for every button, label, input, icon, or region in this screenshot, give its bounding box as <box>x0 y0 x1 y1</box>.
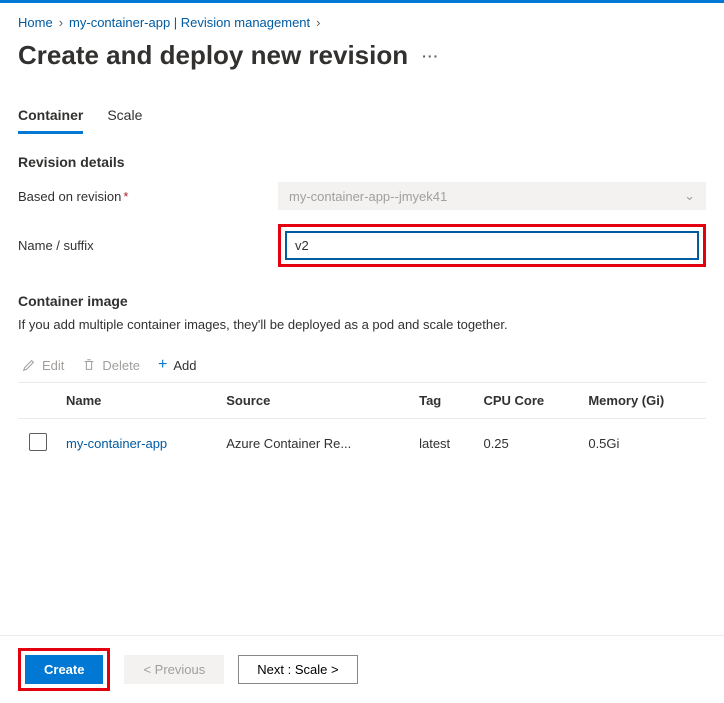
container-cpu: 0.25 <box>475 419 580 469</box>
name-input-highlight <box>278 224 706 267</box>
tab-container[interactable]: Container <box>18 101 83 134</box>
trash-icon <box>82 358 96 372</box>
chevron-right-icon: › <box>316 15 320 30</box>
plus-icon: + <box>158 356 167 374</box>
col-cpu: CPU Core <box>475 383 580 419</box>
col-memory: Memory (Gi) <box>580 383 706 419</box>
based-on-revision-value: my-container-app--jmyek41 <box>289 189 447 204</box>
breadcrumb-parent[interactable]: my-container-app | Revision management <box>69 15 310 30</box>
chevron-right-icon: › <box>59 15 63 30</box>
breadcrumb: Home › my-container-app | Revision manag… <box>18 11 706 40</box>
more-actions-button[interactable]: ··· <box>422 48 439 64</box>
row-checkbox[interactable] <box>29 433 47 451</box>
col-source: Source <box>218 383 411 419</box>
container-images-table: Name Source Tag CPU Core Memory (Gi) my-… <box>18 382 706 468</box>
pencil-icon <box>22 358 36 372</box>
based-on-revision-select[interactable]: my-container-app--jmyek41 ⌄ <box>278 182 706 210</box>
footer-actions: Create < Previous Next : Scale > <box>0 635 724 703</box>
col-name: Name <box>58 383 218 419</box>
create-button-highlight: Create <box>18 648 110 691</box>
page-title: Create and deploy new revision ··· <box>18 40 706 71</box>
container-tag: latest <box>411 419 475 469</box>
name-suffix-input[interactable] <box>285 231 699 260</box>
container-name-link[interactable]: my-container-app <box>66 436 167 451</box>
next-button[interactable]: Next : Scale > <box>238 655 357 684</box>
revision-details-heading: Revision details <box>18 154 706 170</box>
container-memory: 0.5Gi <box>580 419 706 469</box>
name-suffix-label: Name / suffix <box>18 238 278 253</box>
breadcrumb-home[interactable]: Home <box>18 15 53 30</box>
tab-scale[interactable]: Scale <box>107 101 142 134</box>
tabs: Container Scale <box>18 101 706 134</box>
container-source: Azure Container Re... <box>218 419 411 469</box>
table-toolbar: Edit Delete + Add <box>18 348 706 382</box>
create-button[interactable]: Create <box>25 655 103 684</box>
edit-button: Edit <box>22 358 64 373</box>
container-image-description: If you add multiple container images, th… <box>18 317 706 332</box>
col-tag: Tag <box>411 383 475 419</box>
previous-button: < Previous <box>124 655 224 684</box>
table-row: my-container-app Azure Container Re... l… <box>18 419 706 469</box>
based-on-revision-label: Based on revision* <box>18 189 278 204</box>
container-image-heading: Container image <box>18 293 706 309</box>
delete-button: Delete <box>82 358 140 373</box>
add-button[interactable]: + Add <box>158 356 196 374</box>
chevron-down-icon: ⌄ <box>684 188 695 204</box>
